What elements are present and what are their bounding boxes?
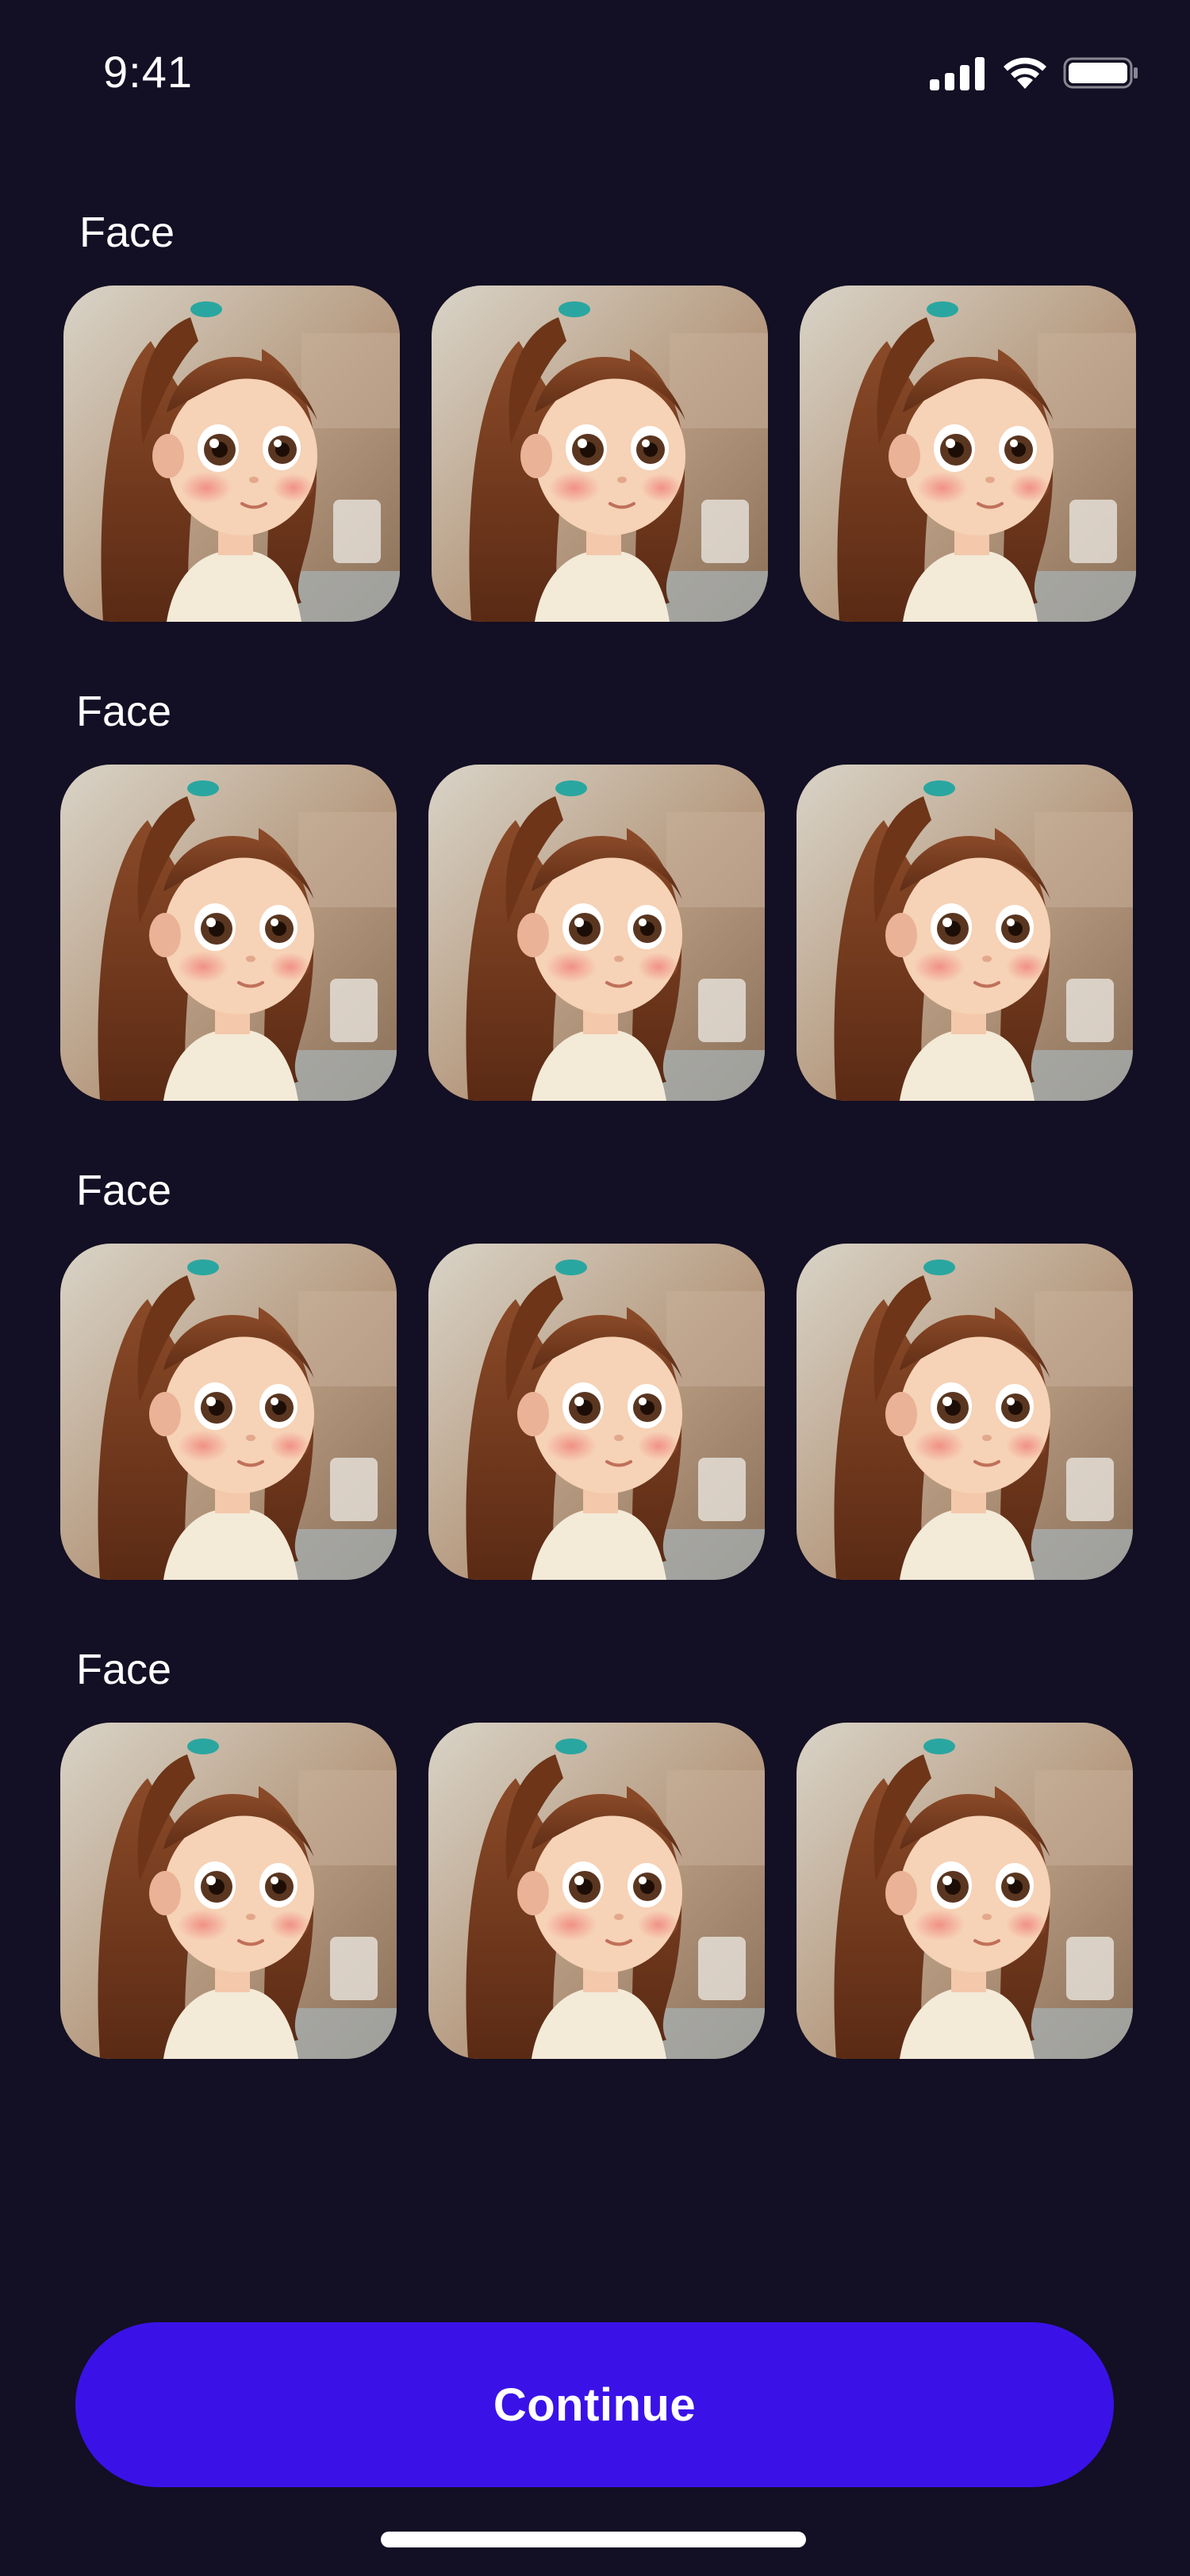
face-thumbnail[interactable] bbox=[60, 765, 397, 1101]
face-thumbnail[interactable] bbox=[428, 765, 765, 1101]
status-bar: 9:41 bbox=[0, 0, 1190, 151]
face-thumbnail[interactable] bbox=[800, 286, 1136, 622]
face-thumbnail[interactable] bbox=[432, 286, 768, 622]
continue-button-label: Continue bbox=[493, 2379, 697, 2431]
continue-button[interactable]: Continue bbox=[75, 2322, 1114, 2487]
section-label-face-3: Face bbox=[76, 1167, 172, 1214]
section-label-face-1: Face bbox=[79, 209, 175, 256]
face-thumbnail[interactable] bbox=[60, 1244, 397, 1580]
face-thumbnail[interactable] bbox=[60, 1723, 397, 2059]
face-thumbnail[interactable] bbox=[63, 286, 400, 622]
face-thumbnail[interactable] bbox=[797, 1244, 1133, 1580]
face-thumbnail[interactable] bbox=[797, 765, 1133, 1101]
section-label-face-2: Face bbox=[76, 688, 172, 735]
face-thumbnail[interactable] bbox=[428, 1244, 765, 1580]
face-thumbnail[interactable] bbox=[428, 1723, 765, 2059]
battery-icon bbox=[1063, 57, 1138, 89]
wifi-icon bbox=[1004, 57, 1046, 89]
section-label-face-4: Face bbox=[76, 1646, 172, 1693]
face-selection-screen: 9:41 Face Face Face Face Continue bbox=[0, 0, 1190, 2576]
cellular-signal-icon bbox=[930, 57, 985, 90]
face-thumbnail[interactable] bbox=[797, 1723, 1133, 2059]
home-indicator bbox=[381, 2532, 806, 2547]
status-time: 9:41 bbox=[103, 47, 193, 97]
status-icons bbox=[930, 51, 1139, 95]
